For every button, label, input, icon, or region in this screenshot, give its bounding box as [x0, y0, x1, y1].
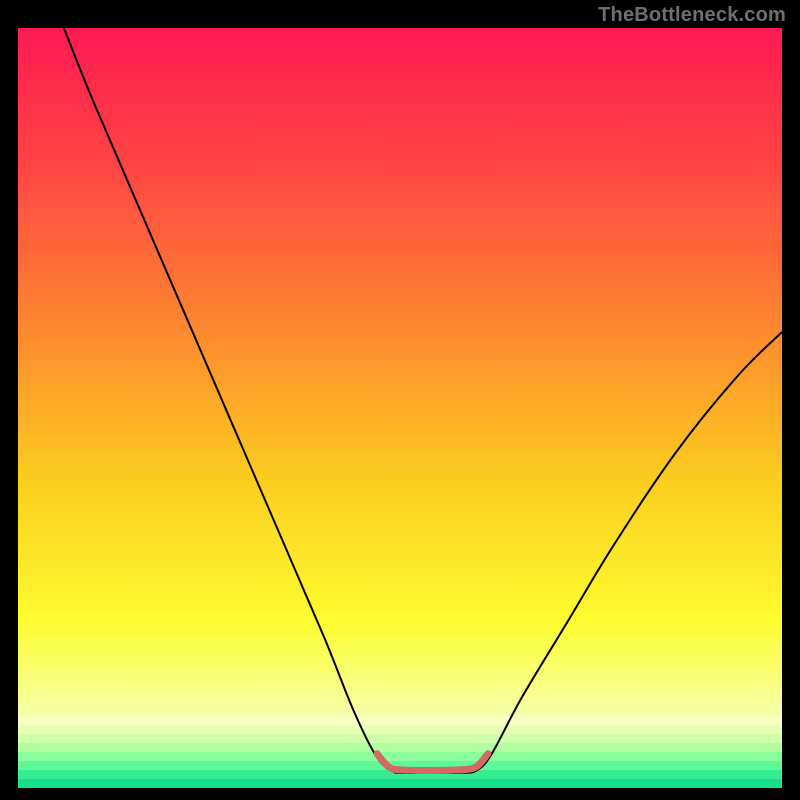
chart-plot-area	[18, 28, 782, 788]
chart-svg	[18, 28, 782, 788]
bottom-color-bands	[18, 716, 782, 788]
chart-frame: TheBottleneck.com	[0, 0, 800, 800]
chart-background	[18, 28, 782, 788]
watermark-text: TheBottleneck.com	[598, 4, 786, 27]
